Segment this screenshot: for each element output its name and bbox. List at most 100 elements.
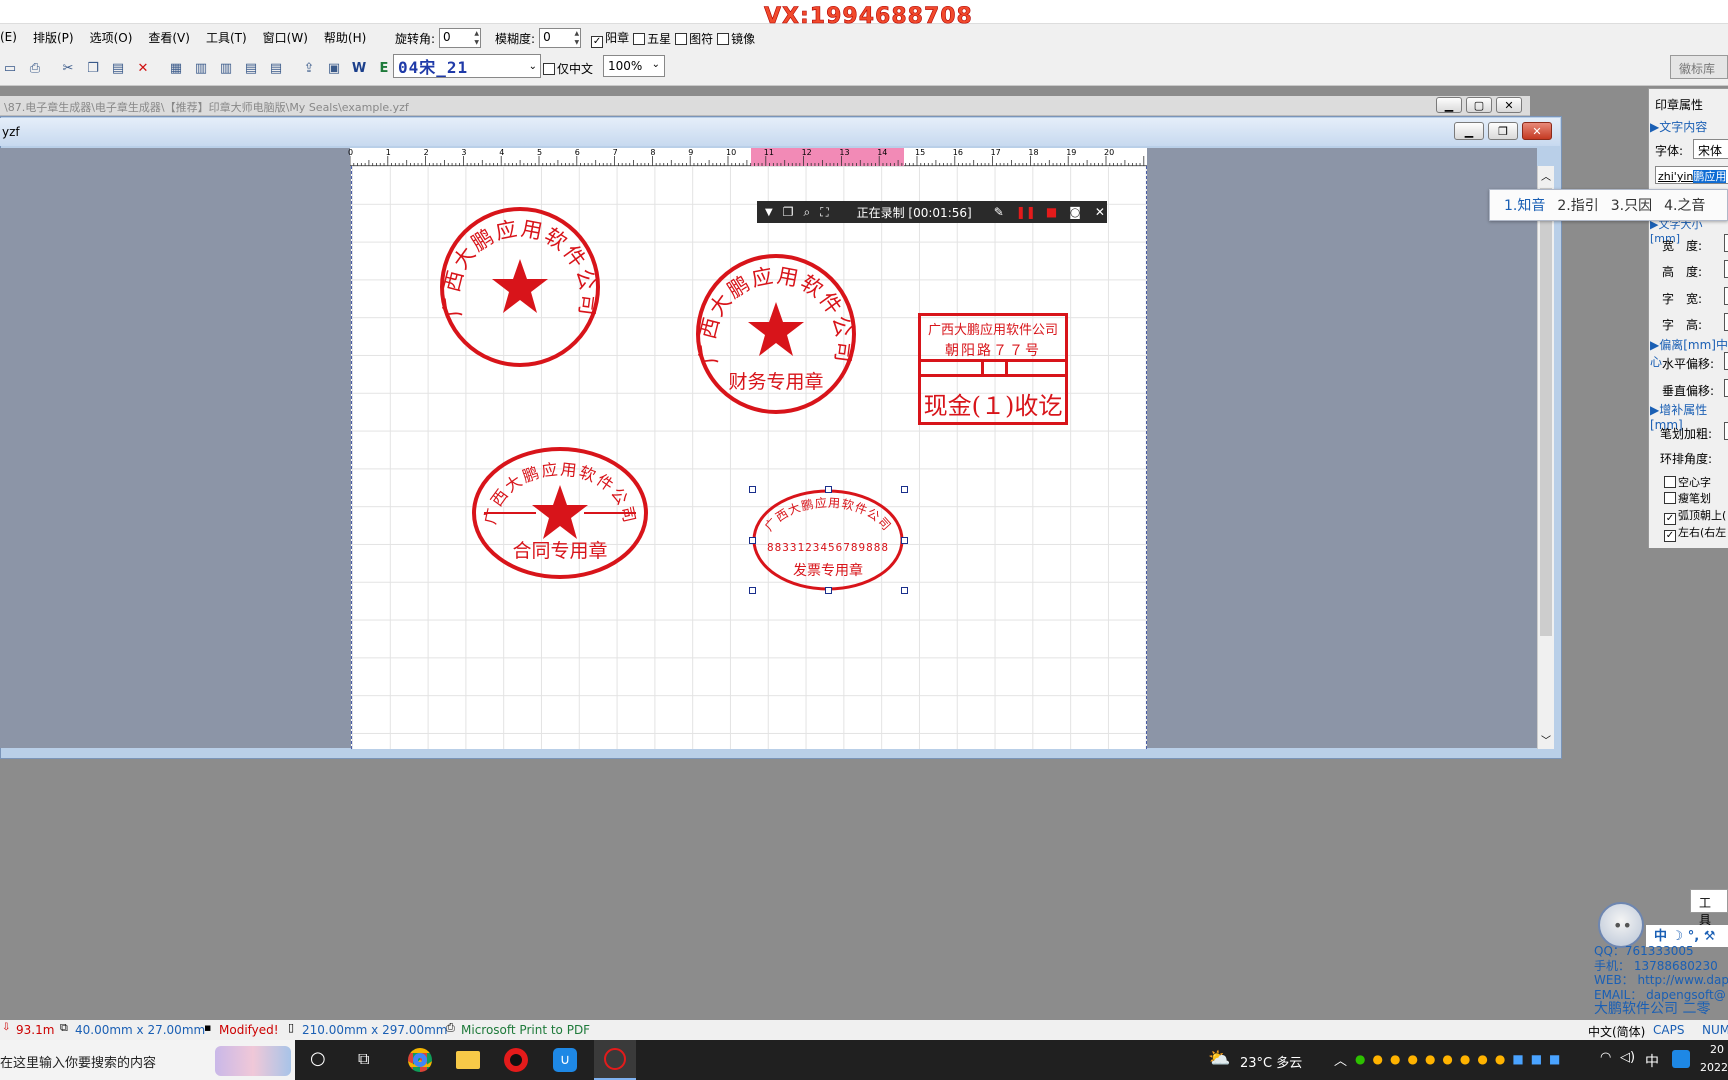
export-icon[interactable]: ⇪ (299, 58, 319, 78)
ime-tray-text[interactable]: 中 (1645, 1051, 1659, 1071)
clock-date[interactable]: 2022 (1700, 1061, 1728, 1074)
zoom-select[interactable]: 100% ⌄ (603, 55, 665, 77)
qq-icon[interactable]: ● (1407, 1052, 1417, 1066)
ime-moon-icon[interactable]: ☽ (1672, 929, 1684, 944)
star-checkbox[interactable]: 五星 (633, 30, 671, 47)
pen-icon[interactable]: ✎ (994, 205, 1004, 219)
volume-icon[interactable]: ◁) (1620, 1050, 1635, 1065)
open-icon[interactable]: ▭ (0, 58, 20, 78)
resize-handle[interactable] (825, 587, 832, 594)
pause-icon[interactable]: ❚❚ (1016, 205, 1036, 219)
close-icon[interactable]: ✕ (1095, 205, 1105, 219)
seal-app-icon[interactable] (594, 1040, 636, 1080)
app-tray-icon[interactable] (1672, 1050, 1690, 1068)
close-icon[interactable]: ✕ (1522, 122, 1552, 140)
mirror-checkbox[interactable]: 镜像 (717, 30, 755, 47)
font-field[interactable]: 宋体 (1693, 139, 1728, 159)
word-icon[interactable]: W (349, 58, 369, 78)
weather-text[interactable]: 23°C 多云 (1240, 1052, 1302, 1071)
ime-chinese-icon[interactable]: 中 (1654, 929, 1667, 944)
resize-handle[interactable] (901, 536, 908, 544)
app-icon-blue[interactable]: ∪ (553, 1048, 577, 1072)
qq-icon[interactable]: ● (1460, 1052, 1470, 1066)
clock-time[interactable]: 20 (1710, 1043, 1724, 1056)
resize-handle[interactable] (749, 486, 756, 493)
menu-window[interactable]: 窗口(W) (263, 29, 308, 46)
menu-help[interactable]: 帮助(H) (324, 29, 366, 46)
qq-icon[interactable]: ● (1495, 1052, 1505, 1066)
scroll-down-icon[interactable]: ﹀ (1541, 732, 1551, 747)
excel-icon[interactable]: E (374, 58, 394, 78)
seal-rect-cash[interactable]: 广西大鹏应用软件公司 朝阳路７７号 现金(１)收讫 (918, 313, 1068, 425)
menu-layout[interactable]: 排版(P) (33, 29, 74, 46)
align-left-icon[interactable]: ▥ (191, 58, 211, 78)
seal-oval-contract[interactable]: 广西大鹏应用软件公司 合同专用章 (470, 445, 650, 581)
camera-icon[interactable]: ◙ (1069, 205, 1081, 219)
scroll-up-icon[interactable]: ︿ (1541, 168, 1551, 183)
ime-candidate-4[interactable]: 4.之音 (1664, 195, 1705, 215)
ime-candidate-2[interactable]: 2.指引 (1557, 195, 1598, 215)
file-explorer-icon[interactable] (456, 1051, 480, 1069)
lr-checkbox[interactable]: ✓ 左右(右左 (1664, 524, 1726, 542)
app-tray-icon[interactable]: ■ (1549, 1052, 1560, 1066)
window-icon[interactable]: ❐ (783, 205, 794, 219)
minimize-icon[interactable]: ▁ (1454, 122, 1484, 140)
logo-library-button[interactable]: 徽标库 (1670, 55, 1728, 79)
ime-candidate-3[interactable]: 3.只因 (1611, 195, 1652, 215)
tray-expand-icon[interactable]: ︿ (1334, 1050, 1347, 1069)
qq-icon[interactable]: ● (1442, 1052, 1452, 1066)
scroll-thumb[interactable] (1540, 188, 1552, 636)
ime-punct-icon[interactable]: °, (1688, 929, 1699, 944)
minimize-icon[interactable]: ▁ (1436, 97, 1462, 113)
avatar[interactable]: •• (1598, 902, 1644, 948)
resize-handle[interactable] (825, 486, 832, 493)
menu-tools[interactable]: 工具(T) (206, 29, 247, 46)
resize-handle[interactable] (901, 587, 908, 594)
align-top-icon[interactable]: ▤ (241, 58, 261, 78)
cortana-icon[interactable]: ○ (310, 1048, 326, 1069)
resize-handle[interactable] (901, 486, 908, 493)
hollow-checkbox[interactable]: 空心字 (1664, 474, 1711, 490)
menu-edit[interactable]: (E) (0, 30, 17, 44)
wifi-icon[interactable]: ◠ (1600, 1050, 1611, 1065)
yang-checkbox[interactable]: ✓ 阳章 (591, 29, 629, 48)
zoom-icon[interactable]: ⌕ (803, 205, 810, 220)
print-icon[interactable]: ⎙ (25, 58, 45, 78)
wechat-icon[interactable]: ● (1355, 1052, 1365, 1066)
qq-icon[interactable]: ● (1477, 1052, 1487, 1066)
rotate-input[interactable]: 0 (439, 28, 482, 48)
chinese-only-checkbox[interactable]: 仅中文 (543, 60, 593, 77)
restore-icon[interactable]: ❐ (1488, 122, 1518, 140)
font-selector[interactable]: 04宋_21 ⌄ (393, 54, 541, 78)
copy-icon[interactable]: ❐ (83, 58, 103, 78)
delete-icon[interactable]: ✕ (133, 58, 153, 78)
recorder-app-icon[interactable] (504, 1048, 528, 1072)
qq-icon[interactable]: ● (1425, 1052, 1435, 1066)
resize-handle[interactable] (749, 536, 756, 544)
align-right-icon[interactable]: ▥ (216, 58, 236, 78)
qq-icon[interactable]: ● (1390, 1052, 1400, 1066)
dropdown-icon[interactable]: ▼ (765, 207, 773, 218)
qq-icon[interactable]: ● (1372, 1052, 1382, 1066)
seal-round-finance[interactable]: 广西大鹏应用软件公司 财务专用章 (694, 252, 858, 416)
menu-view[interactable]: 查看(V) (148, 29, 190, 46)
align-center-icon[interactable]: ▦ (166, 58, 186, 78)
region-icon[interactable]: ⛶ (820, 205, 828, 220)
resize-handle[interactable] (749, 587, 756, 594)
ime-tool-icon[interactable]: ⚒ (1704, 929, 1716, 944)
menu-options[interactable]: 选项(O) (90, 29, 133, 46)
ime-composition-input[interactable]: zhi'yin鹏应用 (1655, 166, 1728, 184)
ime-candidate-1[interactable]: 1.知音 (1504, 195, 1545, 215)
arc-up-checkbox[interactable]: ✓ 弧顶朝上( (1664, 507, 1726, 525)
seal-round-1[interactable]: 广西大鹏应用软件公司 (438, 205, 602, 369)
cut-icon[interactable]: ✂ (58, 58, 78, 78)
paste-icon[interactable]: ▤ (108, 58, 128, 78)
vertical-scrollbar[interactable]: ︿ ﹀ (1537, 166, 1554, 749)
taskbar-search[interactable]: 在这里输入你要搜索的内容 (0, 1040, 295, 1080)
symbol-checkbox[interactable]: 图符 (675, 30, 713, 47)
app-tray-icon[interactable]: ■ (1531, 1052, 1542, 1066)
close-icon[interactable]: ✕ (1496, 97, 1522, 113)
toolbox-tab[interactable]: 工具 (1690, 889, 1728, 927)
chrome-icon[interactable] (408, 1048, 432, 1072)
maximize-icon[interactable]: ▢ (1466, 97, 1492, 113)
